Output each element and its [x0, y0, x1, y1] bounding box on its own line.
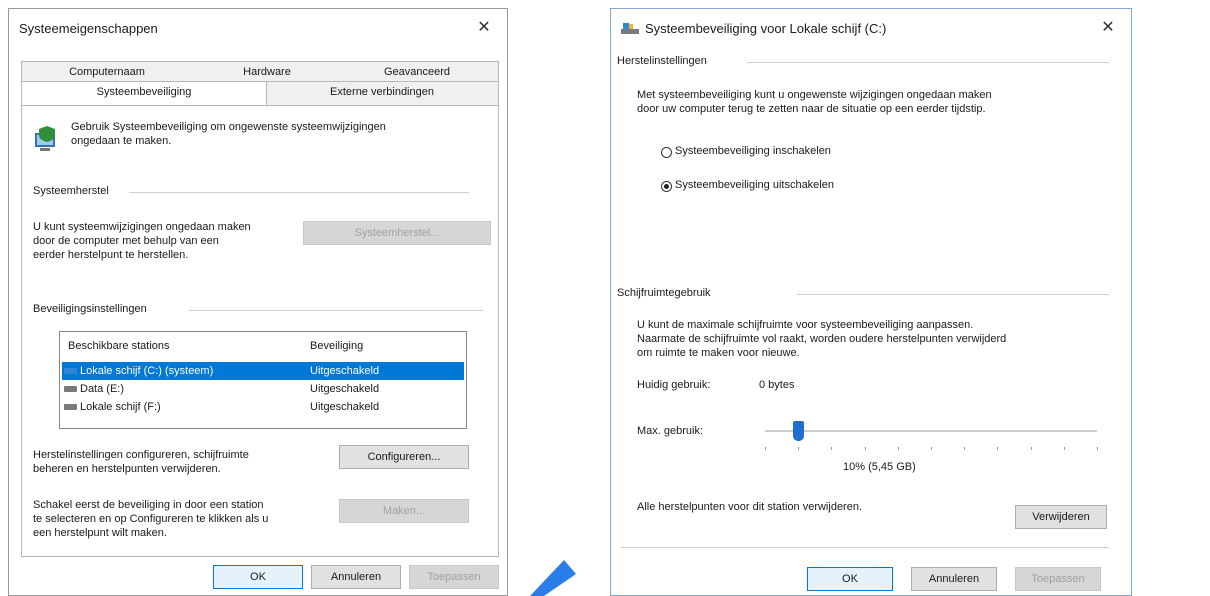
restore-desc-line2: door uw computer terug te zetten naar de…: [637, 103, 986, 115]
system-restore-button[interactable]: Systeemherstel...: [303, 221, 491, 245]
max-usage-label: Max. gebruik:: [637, 425, 704, 437]
apply-button[interactable]: Toepassen: [409, 565, 499, 589]
slider-track: [765, 430, 1097, 432]
slider-tick: [1030, 447, 1032, 450]
drive-row-e[interactable]: Data (E:) Uitgeschakeld: [62, 380, 464, 398]
max-usage-value: 10% (5,45 GB): [843, 461, 916, 473]
column-header-protection[interactable]: Beveiliging: [310, 340, 363, 352]
drive-name: Lokale schijf (F:): [80, 401, 161, 413]
protection-group-heading: Beveiligingsinstellingen: [33, 303, 147, 315]
divider: [621, 547, 1109, 548]
radio-enable-label[interactable]: Systeembeveiliging inschakelen: [675, 145, 831, 157]
restore-group-heading: Systeemherstel: [33, 185, 109, 197]
tab-advanced[interactable]: Geavanceerd: [342, 62, 492, 82]
dialog-title: Systeemeigenschappen: [19, 21, 158, 36]
tab-row-1: Computernaam Hardware Geavanceerd: [21, 61, 499, 81]
slider-tick: [864, 447, 866, 450]
radio-enable-protection[interactable]: [661, 147, 672, 158]
drive-row-c[interactable]: Lokale schijf (C:) (systeem) Uitgeschake…: [62, 362, 464, 380]
slider-tick: [897, 447, 899, 450]
tab-hardware[interactable]: Hardware: [202, 62, 332, 82]
drive-status: Uitgeschakeld: [310, 365, 380, 377]
drive-status: Uitgeschakeld: [310, 401, 380, 413]
usage-desc-line1: U kunt de maximale schijfruimte voor sys…: [637, 319, 974, 331]
apply-button[interactable]: Toepassen: [1015, 567, 1101, 591]
divider: [129, 192, 469, 193]
drive-icon: [64, 404, 77, 410]
title-bar: Systeembeveiliging voor Lokale schijf (C…: [611, 9, 1131, 49]
restore-text-line2: door de computer met behulp van een: [33, 235, 219, 247]
restore-text-line3: eerder herstelpunt te herstellen.: [33, 249, 189, 261]
radio-disable-protection[interactable]: [661, 181, 672, 192]
delete-button[interactable]: Verwijderen: [1015, 505, 1107, 529]
cancel-button[interactable]: Annuleren: [311, 565, 401, 589]
restore-settings-heading: Herstelinstellingen: [617, 55, 707, 67]
system-properties-dialog: Systeemeigenschappen ✕ Computernaam Hard…: [8, 8, 508, 596]
ok-button[interactable]: OK: [213, 565, 303, 589]
radio-selected-dot: [664, 184, 669, 189]
slider-tick: [997, 447, 999, 450]
title-bar: Systeemeigenschappen ✕: [9, 9, 507, 49]
radio-disable-label[interactable]: Systeembeveiliging uitschakelen: [675, 179, 834, 191]
slider-tick: [831, 447, 833, 450]
close-button[interactable]: ✕: [473, 17, 495, 39]
system-protection-dialog: Systeembeveiliging voor Lokale schijf (C…: [610, 8, 1132, 596]
divider: [747, 62, 1109, 63]
configure-button[interactable]: Configureren...: [339, 445, 469, 469]
tab-row-2: Systeembeveiliging Externe verbindingen: [21, 81, 499, 106]
system-drive-icon: [64, 368, 77, 374]
intro-text-line1: Gebruik Systeembeveiliging om ongewenste…: [71, 121, 386, 133]
slider-tick: [1097, 447, 1098, 450]
drive-icon: [64, 386, 77, 392]
drive-icon: [621, 23, 639, 34]
configure-text-line1: Herstelinstellingen configureren, schijf…: [33, 449, 249, 461]
dialog-title: Systeembeveiliging voor Lokale schijf (C…: [645, 21, 887, 36]
create-text-line3: een herstelpunt wilt maken.: [33, 527, 167, 539]
delete-text: Alle herstelpunten voor dit station verw…: [637, 501, 863, 513]
intro-text-line2: ongedaan te maken.: [71, 135, 172, 147]
create-text-line2: te selecteren en op Configureren te klik…: [33, 513, 269, 525]
tab-system-protection[interactable]: Systeembeveiliging: [22, 82, 267, 106]
slider-tick: [765, 447, 766, 450]
computer-shield-icon: [35, 126, 55, 151]
restore-desc-line1: Met systeembeveiliging kunt u ongewenste…: [637, 89, 992, 101]
divider: [189, 310, 483, 311]
restore-text-line1: U kunt systeemwijzigingen ongedaan maken: [33, 221, 251, 233]
drive-row-f[interactable]: Lokale schijf (F:) Uitgeschakeld: [62, 398, 464, 416]
configure-text-line2: beheren en herstelpunten verwijderen.: [33, 463, 221, 475]
max-usage-slider[interactable]: [761, 421, 1101, 461]
tab-computername[interactable]: Computernaam: [32, 62, 182, 82]
close-button[interactable]: ✕: [1097, 17, 1119, 39]
slider-tick: [1063, 447, 1065, 450]
cancel-button[interactable]: Annuleren: [911, 567, 997, 591]
tab-remote[interactable]: Externe verbindingen: [272, 82, 492, 102]
create-button[interactable]: Maken...: [339, 499, 469, 523]
create-text-line1: Schakel eerst de beveiliging in door een…: [33, 499, 264, 511]
pen-pointer-icon: [530, 560, 576, 596]
slider-tick: [964, 447, 966, 450]
slider-tick: [931, 447, 932, 450]
current-usage-label: Huidig gebruik:: [637, 379, 711, 391]
ok-button[interactable]: OK: [807, 567, 893, 591]
column-header-drives[interactable]: Beschikbare stations: [68, 340, 170, 352]
slider-tick: [798, 447, 800, 450]
drives-list[interactable]: Beschikbare stations Beveiliging Lokale …: [59, 331, 467, 429]
drive-name: Data (E:): [80, 383, 125, 395]
drive-name: Lokale schijf (C:) (systeem): [80, 365, 214, 377]
usage-desc-line3: om ruimte te maken voor nieuwe.: [637, 347, 800, 359]
drive-status: Uitgeschakeld: [310, 383, 380, 395]
slider-thumb[interactable]: [793, 421, 805, 441]
usage-desc-line2: Naarmate de schijfruimte vol raakt, word…: [637, 333, 1007, 345]
current-usage-value: 0 bytes: [759, 379, 795, 391]
divider: [797, 294, 1109, 295]
disk-usage-heading: Schijfruimtegebruik: [617, 287, 711, 299]
